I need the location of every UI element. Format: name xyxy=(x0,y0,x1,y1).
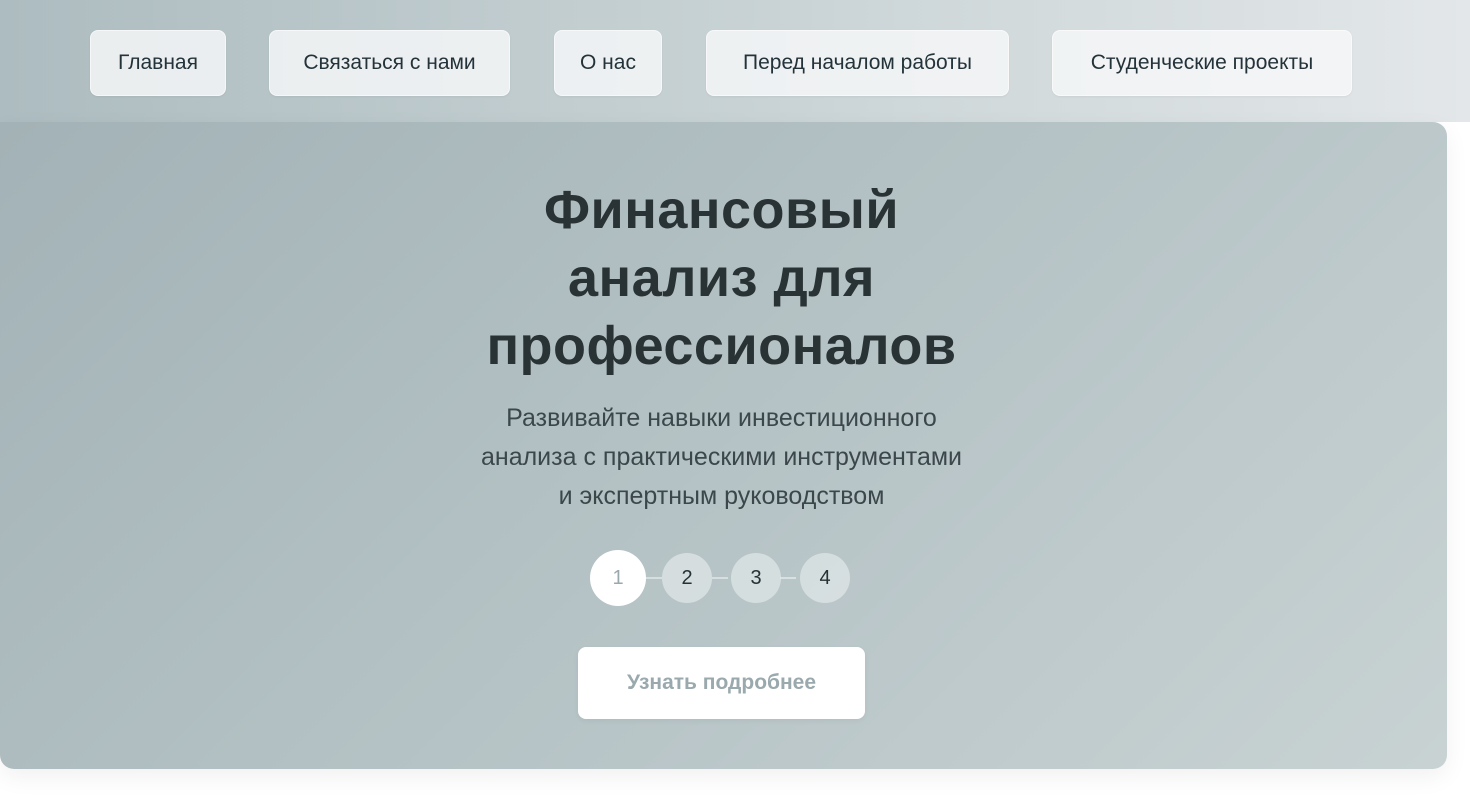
step-1-button[interactable]: 1 xyxy=(590,550,646,606)
hero-subtitle-line: Развивайте навыки инвестиционного xyxy=(506,404,937,432)
nav-about-button[interactable]: О нас xyxy=(554,30,662,96)
hero-title-line: Финансовый xyxy=(543,180,900,240)
step-connector xyxy=(780,577,796,579)
hero-subtitle-line: анализа с практическими инструментами xyxy=(480,443,963,471)
nav-student-projects-button[interactable]: Студенческие проекты xyxy=(1052,30,1352,96)
hero-title-line: анализ для xyxy=(567,248,876,308)
hero-title-line: профессионалов xyxy=(486,316,957,376)
step-3-button[interactable]: 3 xyxy=(731,553,781,603)
nav-getting-started-button[interactable]: Перед началом работы xyxy=(706,30,1009,96)
hero-subtitle-line: и экспертным руководством xyxy=(558,482,885,510)
step-2-button[interactable]: 2 xyxy=(662,553,712,603)
nav-contact-button[interactable]: Связаться с нами xyxy=(269,30,510,96)
step-connector xyxy=(646,577,662,579)
hero-title: Финансовый анализ для профессионалов xyxy=(0,176,1443,380)
step-indicator: 1 2 3 4 xyxy=(590,550,852,606)
nav-home-button[interactable]: Главная xyxy=(90,30,226,96)
step-connector xyxy=(712,577,728,579)
hero-subtitle: Развивайте навыки инвестиционного анализ… xyxy=(0,399,1443,516)
learn-more-button[interactable]: Узнать подробнее xyxy=(578,647,865,719)
top-navigation-bar: Главная Связаться с нами О нас Перед нач… xyxy=(0,0,1470,122)
step-4-button[interactable]: 4 xyxy=(800,553,850,603)
